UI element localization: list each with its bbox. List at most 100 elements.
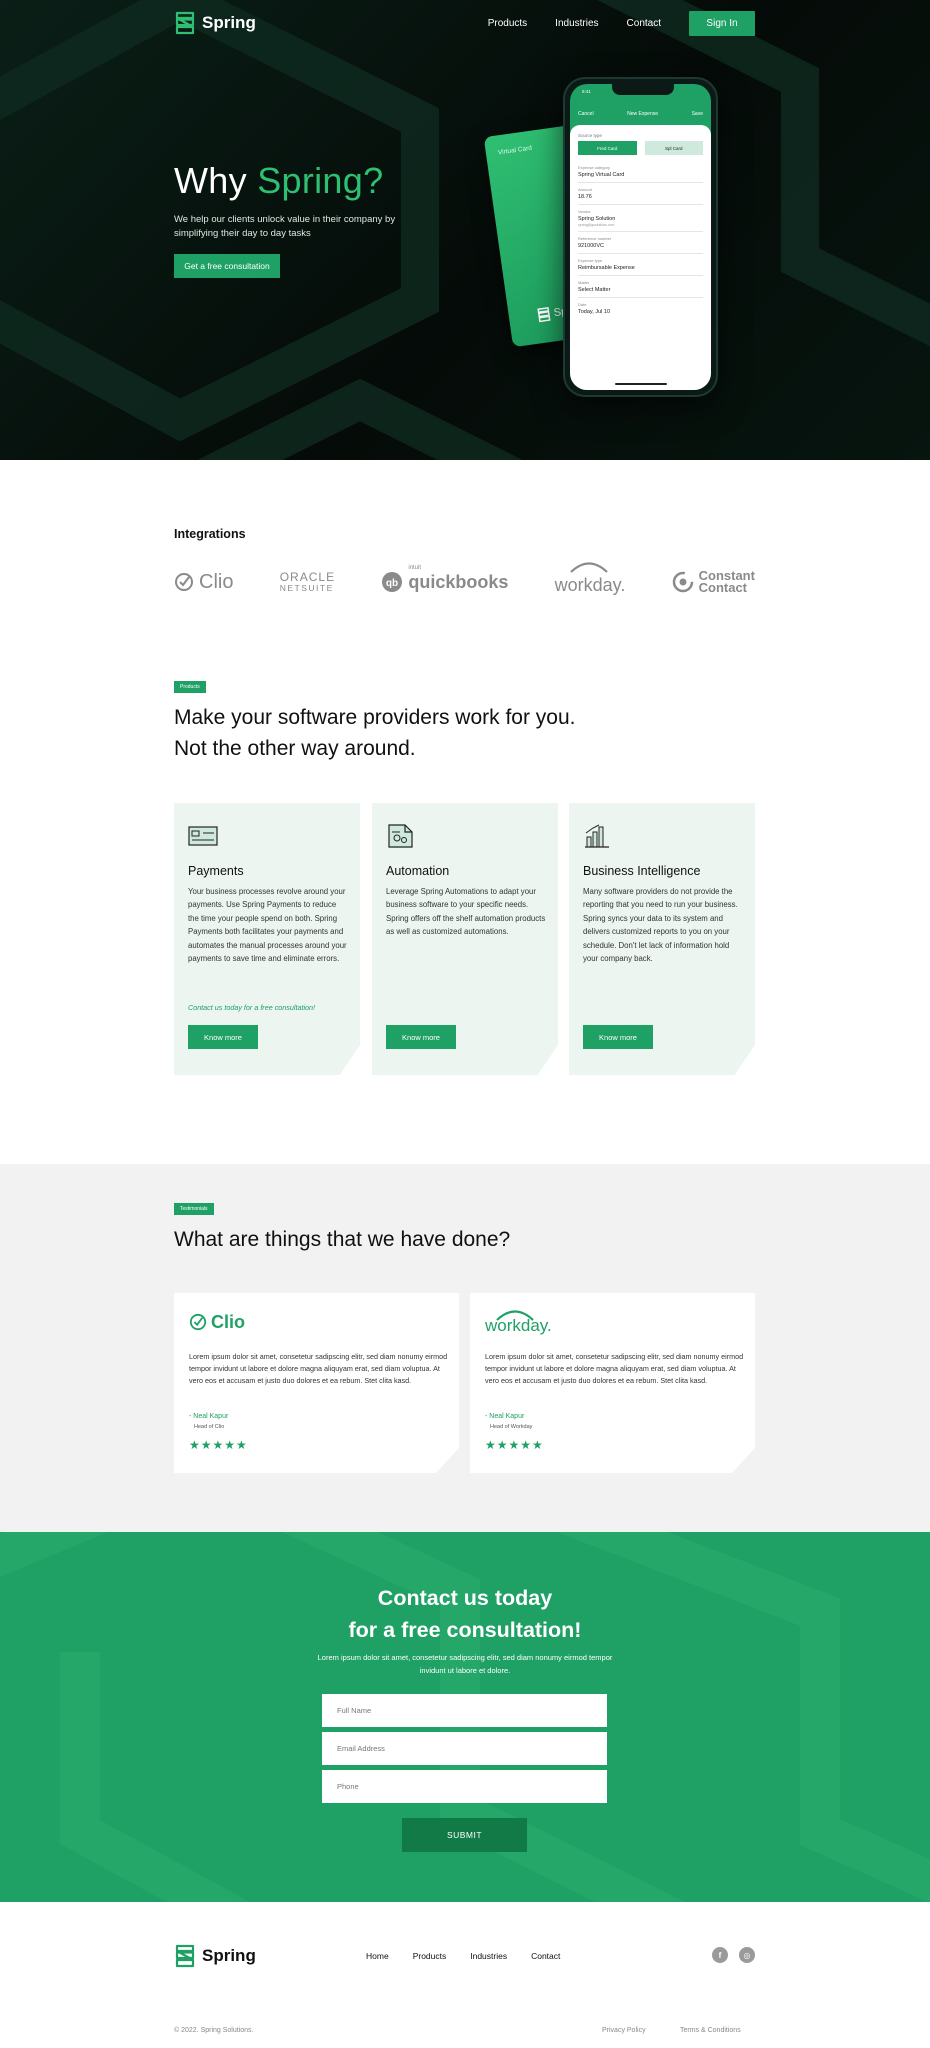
phone-time: 9:41 [582, 89, 591, 94]
contact-section: Contact us today for a free consultation… [0, 1532, 930, 1902]
phone-tab-spl-card: Spl Card [644, 141, 703, 155]
know-more-button[interactable]: Know more [583, 1025, 653, 1049]
phone-field-value: Spring Virtual Card [578, 172, 625, 178]
netsuite-text: NETSUITE [279, 583, 334, 593]
phone-field: Amount 18.76 [578, 183, 703, 205]
phone-save: Save [691, 111, 703, 117]
contact-title-line2: for a free consultation! [348, 1618, 582, 1642]
testimonials-section [0, 1164, 930, 1532]
full-name-input[interactable] [322, 1694, 607, 1727]
product-card-payments: Payments Your business processes revolve… [174, 803, 360, 1075]
testimonial-author: - Neal Kapur [485, 1413, 525, 1420]
know-more-button[interactable]: Know more [188, 1025, 258, 1049]
payment-card-icon [188, 826, 218, 846]
virtual-card-label: Virtual Card [497, 144, 533, 157]
phone-tab-fred-card: Fred Card [578, 141, 637, 155]
phone-field-value: Spring Solution [578, 216, 616, 222]
footer-link-home[interactable]: Home [366, 1951, 389, 1961]
phone-form: Source type Fred Card Spl Card Expense c… [570, 125, 711, 390]
phone-field-value: 18.76 [578, 194, 592, 200]
phone-field: Matter Select Matter [578, 276, 703, 298]
contact-title: Contact us today for a free consultation… [0, 1582, 930, 1646]
product-card-business-intelligence: Business Intelligence Many software prov… [569, 803, 755, 1075]
testimonials-title: What are things that we have done? [174, 1228, 511, 1251]
quickbooks-text: quickbooks [408, 571, 509, 592]
workday-text: workday. [554, 574, 626, 595]
phone-screen: 9:41 Cancel New Expense Save Source type… [570, 84, 711, 390]
quickbooks-logo: qb intuit quickbooks [381, 565, 509, 593]
workday-logo: workday. [485, 1310, 552, 1335]
card-title: Automation [386, 864, 450, 878]
footer-nav: Home Products Industries Contact [366, 1951, 584, 1961]
free-consultation-button[interactable]: Get a free consultation [174, 254, 280, 278]
workday-logo: workday. [554, 561, 626, 596]
brand-name: Spring [202, 13, 256, 32]
nav-link-products[interactable]: Products [488, 18, 527, 29]
card-description: Your business processes revolve around y… [188, 887, 347, 964]
instagram-icon[interactable]: ◎ [739, 1947, 755, 1963]
phone-tabs: Fred Card Spl Card [578, 141, 703, 155]
rating-stars: ★★★★★ [485, 1438, 544, 1452]
oracle-netsuite-logo: ORACLE NETSUITE [280, 571, 335, 593]
phone-field-value: Reimbursable Expense [578, 265, 635, 271]
spring-logo-icon [537, 307, 551, 323]
know-more-button[interactable]: Know more [386, 1025, 456, 1049]
terms-link[interactable]: Terms & Conditions [680, 2027, 741, 2034]
footer-link-contact[interactable]: Contact [531, 1951, 560, 1961]
phone-field: Expense type Reimbursable Expense [578, 254, 703, 276]
phone-field-key: Reference number [578, 236, 612, 241]
hero-section: Spring Products Industries Contact Sign … [0, 0, 930, 460]
bar-chart-icon [585, 824, 609, 848]
testimonials-tag: Testimonials [174, 1203, 214, 1215]
workday-arc-icon [496, 1310, 534, 1321]
phone-field-value: Today, Jul 10 [578, 309, 611, 315]
products-title: Make your software providers work for yo… [174, 702, 575, 764]
phone-field-sub: spring@gsolutions.com [578, 223, 615, 227]
footer-link-products[interactable]: Products [413, 1951, 447, 1961]
phone-notch [612, 84, 674, 95]
testimonial-text: Lorem ipsum dolor sit amet, consetetur s… [485, 1352, 744, 1385]
phone-field-key: Matter [578, 280, 590, 285]
contact-title-line1: Contact us today [377, 1586, 553, 1610]
products-title-line1: Make your software providers work for yo… [174, 706, 576, 729]
clio-logo: Clio [174, 571, 233, 594]
products-title-line2: Not the other way around. [174, 737, 416, 760]
rating-stars: ★★★★★ [189, 1438, 248, 1452]
phone-field: Expense category Spring Virtual Card [578, 161, 703, 183]
constant-contact-logo: Constant Contact [672, 569, 755, 595]
nav-link-contact[interactable]: Contact [627, 18, 661, 29]
phone-field-key: Expense type [578, 258, 603, 263]
phone-field: Vendor Spring Solution spring@gsolutions.c… [578, 205, 703, 232]
email-input[interactable] [322, 1732, 607, 1765]
card-contact-note[interactable]: Contact us today for a free consultation… [188, 1003, 315, 1012]
phone-field-key: Expense category [578, 165, 611, 170]
hero-subtitle: We help our clients unlock value in thei… [174, 214, 396, 239]
phone-mockup: 9:41 Cancel New Expense Save Source type… [563, 77, 718, 397]
constant-contact-icon [672, 571, 693, 593]
contact-text: Contact [698, 580, 747, 595]
contact-subtitle: Lorem ipsum dolor sit amet, consetetur s… [317, 1653, 613, 1675]
nav-links: Products Industries Contact Sign In [460, 10, 755, 36]
nav-link-industries[interactable]: Industries [555, 18, 598, 29]
sign-in-button[interactable]: Sign In [689, 10, 755, 36]
privacy-policy-link[interactable]: Privacy Policy [602, 2027, 646, 2034]
phone-title: New Expense [627, 111, 659, 117]
footer-logo[interactable]: Spring [174, 1943, 256, 1969]
hero-title-accent: Spring? [257, 160, 384, 201]
submit-button[interactable]: SUBMIT [402, 1818, 527, 1852]
phone-input[interactable] [322, 1770, 607, 1803]
products-tag: Products [174, 681, 206, 693]
quickbooks-icon: qb [382, 572, 403, 592]
hero-background-pattern [0, 0, 930, 460]
integrations-logos: Clio ORACLE NETSUITE qb intuit quickbook… [174, 561, 755, 602]
facebook-icon[interactable]: f [712, 1947, 728, 1963]
footer-link-industries[interactable]: Industries [470, 1951, 507, 1961]
testimonial-text: Lorem ipsum dolor sit amet, consetetur s… [189, 1352, 448, 1385]
copyright-text: © 2022. Spring Solutions. [174, 2027, 254, 2034]
workday-arc-icon [569, 561, 608, 573]
footer-brand-name: Spring [202, 1946, 256, 1965]
testimonial-card-clio: Clio Lorem ipsum dolor sit amet, consete… [174, 1293, 459, 1473]
intuit-text: intuit [408, 564, 422, 571]
brand-logo[interactable]: Spring [174, 10, 256, 36]
oracle-text: ORACLE [279, 570, 336, 584]
